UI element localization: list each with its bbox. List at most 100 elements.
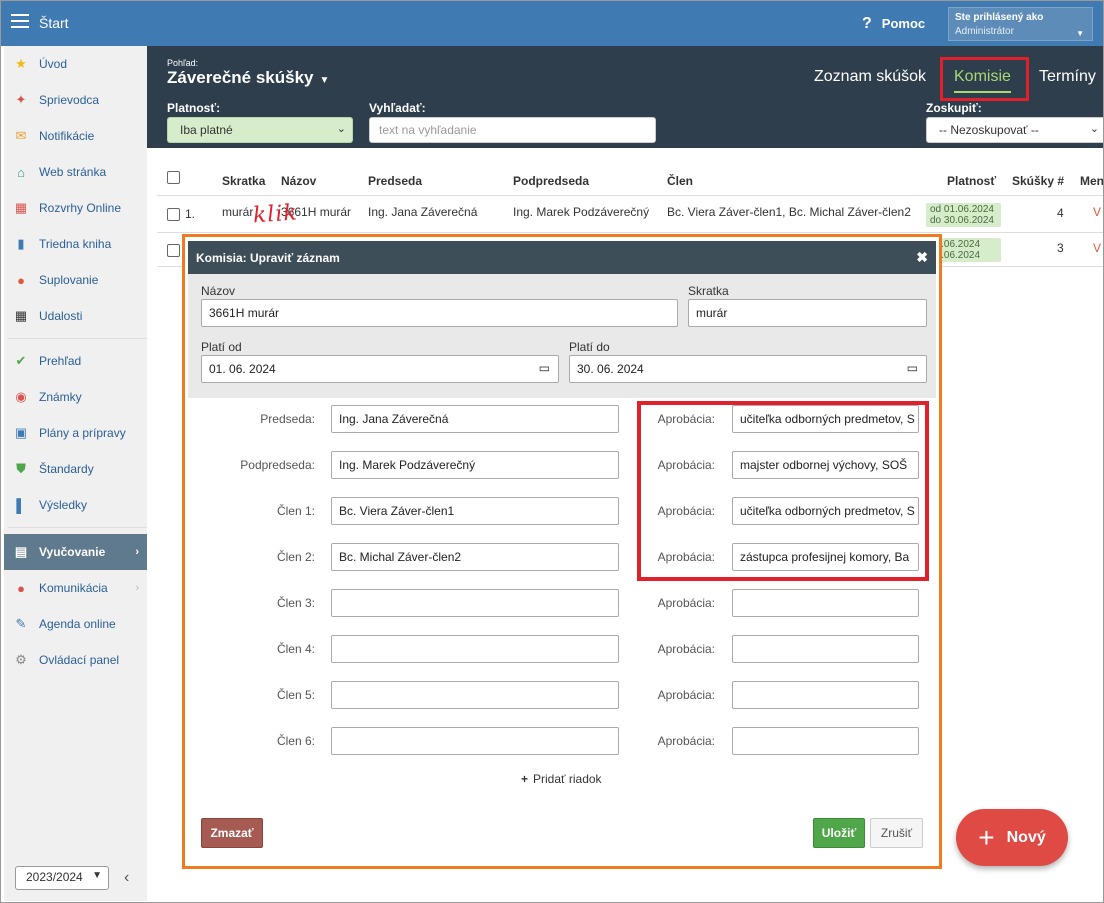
- klik-annotation: klik: [252, 200, 299, 229]
- col-podpredseda[interactable]: Podpredseda: [513, 174, 589, 188]
- col-skusky[interactable]: Skúšky #: [1012, 174, 1064, 188]
- gear-icon: ⚙: [15, 652, 27, 667]
- skratka-input[interactable]: murár: [688, 299, 927, 327]
- row-menu-link[interactable]: V: [1093, 205, 1101, 219]
- clen-4-input[interactable]: [331, 635, 619, 663]
- view-title-text: Záverečné skúšky: [167, 68, 314, 87]
- home-icon: ⌂: [17, 164, 25, 180]
- aprobacia-input[interactable]: [732, 589, 919, 617]
- group-select[interactable]: -- Nezoskupovať -- ⌄: [926, 117, 1104, 143]
- help-link[interactable]: ? Pomoc: [862, 15, 925, 33]
- predseda-input[interactable]: Ing. Jana Záverečná: [331, 405, 619, 433]
- sidebar-item-agenda[interactable]: ✎ Agenda online: [4, 606, 147, 642]
- calendar-icon[interactable]: ▭: [907, 361, 918, 375]
- app-title[interactable]: Štart: [39, 15, 69, 31]
- briefcase-icon: ▣: [14, 425, 28, 440]
- nazov-input[interactable]: 3661H murár: [201, 299, 678, 327]
- plati-od-input[interactable]: 01. 06. 2024 ▭: [201, 355, 559, 383]
- calendar-icon[interactable]: ▭: [539, 361, 550, 375]
- sidebar-item-label: Agenda online: [39, 617, 116, 631]
- highlight-box-komisie: [940, 57, 1029, 101]
- open-book-icon: ▤: [14, 544, 28, 559]
- clen-6-input[interactable]: [331, 727, 619, 755]
- sidebar-item-znamky[interactable]: ◉ Známky: [4, 379, 147, 415]
- search-input[interactable]: text na vyhľadanie: [369, 117, 656, 143]
- platnost-select[interactable]: Iba platné ⌄: [167, 117, 353, 143]
- tab-terminy[interactable]: Termíny: [1039, 68, 1096, 86]
- clen-1-input[interactable]: Bc. Viera Záver-člen1: [331, 497, 619, 525]
- select-all-checkbox[interactable]: [167, 171, 180, 184]
- top-bar: Štart ? Pomoc Ste prihlásený ako Administ…: [0, 0, 1104, 46]
- calendar-icon: ▦: [14, 308, 28, 323]
- sidebar-item-suplovanie[interactable]: ● Suplovanie: [4, 262, 147, 298]
- row-exam-count: 4: [1057, 206, 1064, 220]
- page-header: Pohľad: Záverečné skúšky ▼ Zoznam skúšok …: [147, 46, 1104, 148]
- plati-do-value: 30. 06. 2024: [577, 362, 644, 376]
- member-role-label: Člen 3:: [276, 596, 315, 610]
- member-role-label: Člen 5:: [276, 688, 315, 702]
- sidebar-item-vyucovanie[interactable]: ▤ Vyučovanie ›: [4, 534, 147, 570]
- member-role-label: Člen 6:: [276, 734, 315, 748]
- collapse-sidebar-icon[interactable]: ‹: [124, 869, 129, 887]
- row-skratka[interactable]: murár: [222, 205, 253, 219]
- col-clen[interactable]: Člen: [667, 174, 693, 188]
- user-label: Ste prihlásený ako: [955, 12, 1044, 23]
- sidebar-item-plany[interactable]: ▣ Plány a prípravy: [4, 415, 147, 451]
- col-predseda[interactable]: Predseda: [368, 174, 422, 188]
- sidebar-item-komunikacia[interactable]: ● Komunikácia ›: [4, 570, 147, 606]
- row-checkbox[interactable]: [167, 208, 180, 221]
- sidebar-item-label: Rozvrhy Online: [39, 201, 122, 215]
- tab-zoznam-skusok[interactable]: Zoznam skúšok: [814, 68, 926, 86]
- sidebar-item-vysledky[interactable]: ▌ Výsledky: [4, 487, 147, 523]
- sidebar-item-sprievodca[interactable]: ✦ Sprievodca: [4, 82, 147, 118]
- col-platnost[interactable]: Platnosť: [947, 174, 996, 188]
- sidebar-item-web-stranka[interactable]: ⌂ Web stránka: [4, 154, 147, 190]
- school-year-value: 2023/2024: [26, 870, 83, 884]
- save-button[interactable]: Uložiť: [813, 818, 865, 848]
- sidebar-item-ovladaci-panel[interactable]: ⚙ Ovládací panel: [4, 642, 147, 678]
- platnost-value: Iba platné: [180, 123, 233, 137]
- col-menu[interactable]: Menu: [1080, 174, 1104, 188]
- view-title[interactable]: Záverečné skúšky ▼: [167, 68, 329, 88]
- sidebar-item-label: Ovládací panel: [39, 653, 120, 667]
- plati-do-input[interactable]: 30. 06. 2024 ▭: [569, 355, 927, 383]
- clen-5-input[interactable]: [331, 681, 619, 709]
- user-menu[interactable]: Ste prihlásený ako Administrátor ▼: [948, 7, 1093, 41]
- sidebar-item-prehlad[interactable]: ✔ Prehľad: [4, 343, 147, 379]
- sidebar-item-udalosti[interactable]: ▦ Udalosti: [4, 298, 147, 334]
- school-year-select[interactable]: 2023/2024 ▼: [15, 866, 109, 890]
- aprobacia-input[interactable]: [732, 681, 919, 709]
- cancel-button[interactable]: Zrušiť: [870, 818, 923, 848]
- chevron-down-icon: ⌄: [1089, 123, 1099, 135]
- caret-down-icon: ▼: [1076, 29, 1084, 38]
- add-row-label: Pridať riadok: [533, 772, 602, 786]
- row-checkbox[interactable]: [167, 244, 180, 257]
- row-number: 1.: [185, 207, 196, 221]
- sidebar-item-label: Úvod: [39, 57, 68, 71]
- aprobacia-input[interactable]: [732, 635, 919, 663]
- hamburger-menu-icon[interactable]: [11, 14, 29, 28]
- row-menu-link[interactable]: V: [1093, 241, 1101, 255]
- member-role-label: Člen 1:: [276, 504, 315, 518]
- sidebar-item-triedna-kniha[interactable]: ▮ Triedna kniha: [4, 226, 147, 262]
- clen-2-input[interactable]: Bc. Michal Záver-člen2: [331, 543, 619, 571]
- modal-header: Komisia: Upraviť záznam ✖: [188, 241, 936, 274]
- clen-3-input[interactable]: [331, 589, 619, 617]
- new-record-button[interactable]: + Nový: [956, 809, 1068, 866]
- sidebar-item-notifikacie[interactable]: ✉ Notifikácie: [4, 118, 147, 154]
- delete-button[interactable]: Zmazať: [201, 818, 263, 848]
- sidebar-item-label: Udalosti: [39, 309, 83, 323]
- person-icon: ●: [17, 272, 25, 288]
- col-nazov[interactable]: Názov: [281, 174, 316, 188]
- help-label: Pomoc: [881, 16, 926, 31]
- sidebar: ★ Úvod ✦ Sprievodca ✉ Notifikácie ⌂ Web strá…: [4, 46, 147, 901]
- col-skratka[interactable]: Skratka: [222, 174, 265, 188]
- podpredseda-input[interactable]: Ing. Marek Podzáverečný: [331, 451, 619, 479]
- close-icon[interactable]: ✖: [916, 249, 928, 266]
- sidebar-item-standardy[interactable]: ⛊ Štandardy: [4, 451, 147, 487]
- sidebar-item-uvod[interactable]: ★ Úvod: [4, 46, 147, 82]
- aprobacia-input[interactable]: [732, 727, 919, 755]
- add-row-button[interactable]: + Pridať riadok: [521, 772, 602, 786]
- chevron-down-icon: ▼: [92, 870, 102, 881]
- sidebar-item-rozvrhy[interactable]: ▦ Rozvrhy Online: [4, 190, 147, 226]
